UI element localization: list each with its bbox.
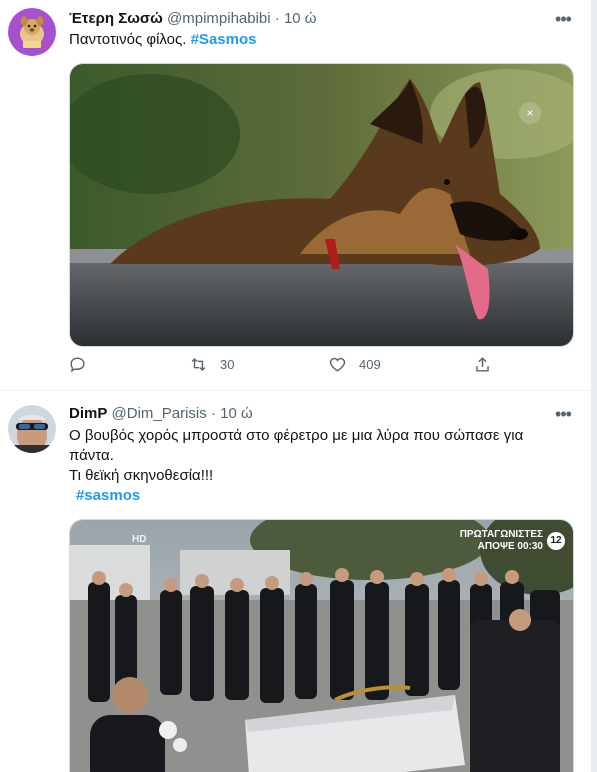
tweet-media[interactable]: HD ΠΡΩΤΑΓΩΝΙΣΤΕΣ ΑΠΟΨΕ 00:30 12 — [69, 519, 574, 772]
funeral-photo — [70, 520, 573, 772]
tweet-text: Ο βουβός χορός μπροστά στο φέρετρο με μι… — [69, 426, 569, 506]
tweet-media[interactable]: × — [69, 63, 574, 347]
user-handle[interactable]: @mpimpihabibi — [167, 10, 271, 27]
tv-promo-time: ΑΠΟΨΕ 00:30 — [477, 541, 543, 552]
tweet[interactable]: DimP @Dim_Parisis · 10 ώ ••• Ο βουβός χο… — [0, 391, 591, 772]
retweet-button[interactable]: 30 — [189, 355, 234, 374]
heart-icon — [329, 357, 346, 372]
retweet-icon — [191, 358, 206, 371]
more-icon[interactable]: ••• — [553, 10, 573, 34]
retweet-count: 30 — [220, 357, 235, 372]
display-name[interactable]: DimP — [69, 405, 107, 422]
hd-label: HD — [132, 534, 147, 545]
avatar-image — [8, 405, 56, 453]
tweet-line: Ο βουβός χορός μπροστά στο φέρετρο με μι… — [69, 427, 524, 444]
timestamp[interactable]: 10 ώ — [220, 405, 253, 422]
hashtag-row: #sasmos — [69, 486, 569, 506]
hashtag-link[interactable]: #sasmos — [76, 487, 140, 504]
tweet-body: Παντοτινός φίλος. — [69, 31, 187, 48]
display-name[interactable]: Έτερη Σωσώ — [69, 10, 163, 27]
timestamp[interactable]: 10 ώ — [284, 10, 317, 27]
user-handle[interactable]: @Dim_Parisis — [112, 405, 207, 422]
tweet-text: Παντοτινός φίλος. #Sasmos — [69, 30, 256, 50]
reply-button[interactable] — [68, 355, 99, 374]
separator: · — [274, 10, 280, 27]
like-count: 409 — [359, 357, 381, 372]
share-button[interactable] — [473, 355, 492, 374]
avatar-image — [8, 8, 56, 56]
tweet-line: πάντα. — [69, 447, 114, 464]
dog-photo — [70, 64, 573, 346]
reply-icon — [70, 357, 85, 373]
tv-promo-line: ΠΡΩΤΑΓΩΝΙΣΤΕΣ — [459, 529, 543, 540]
timeline-edge — [591, 0, 597, 772]
rating-badge: 12 — [547, 532, 565, 550]
tweet-line: Τι θεϊκή σκηνοθεσία!!! — [69, 467, 214, 484]
avatar[interactable] — [8, 8, 56, 56]
separator: · — [210, 405, 216, 422]
tweet[interactable]: Έτερη Σωσώ @mpimpihabibi · 10 ώ ••• Παντ… — [0, 0, 591, 391]
tweet-header: DimP @Dim_Parisis · 10 ώ — [69, 405, 253, 422]
share-icon — [476, 357, 489, 372]
media-close-icon[interactable]: × — [519, 102, 541, 124]
like-button[interactable]: 409 — [328, 355, 381, 374]
avatar[interactable] — [8, 405, 56, 453]
tweet-actions: 30 409 — [58, 355, 498, 385]
hashtag-link[interactable]: #Sasmos — [191, 31, 257, 48]
tweet-header: Έτερη Σωσώ @mpimpihabibi · 10 ώ — [69, 10, 317, 27]
